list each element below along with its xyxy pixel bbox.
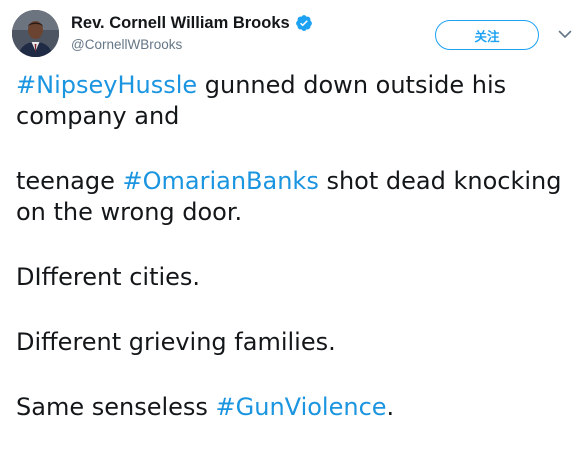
verified-badge-icon [295, 14, 313, 32]
hashtag-link-nipseyhussle[interactable]: #NipseyHussle [16, 71, 197, 99]
tweet-paragraph-5: Same senseless #GunViolence. [16, 392, 576, 423]
author-handle[interactable]: @CornellWBrooks [71, 37, 313, 52]
tweet-paragraph-4: Different grieving families. [16, 328, 336, 356]
follow-button[interactable]: 关注 [435, 20, 539, 50]
chevron-down-icon[interactable] [556, 25, 574, 43]
profile-photo [12, 10, 59, 57]
display-name[interactable]: Rev. Cornell William Brooks [71, 14, 290, 33]
hashtag-link-omarianbanks[interactable]: #OmarianBanks [123, 167, 319, 195]
tweet-header: Rev. Cornell William Brooks @CornellWBro… [12, 10, 577, 58]
tweet-text-segment: . [386, 393, 395, 421]
tweet-text: #NipseyHussle gunned down outside his co… [16, 70, 576, 457]
avatar[interactable] [12, 10, 59, 57]
tweet-paragraph-3: DIfferent cities. [16, 263, 201, 291]
tweet-paragraph-2: teenage #OmarianBanks shot dead knocking… [16, 166, 576, 228]
tweet-text-segment: Same senseless [16, 393, 216, 421]
tweet-paragraph-1: #NipseyHussle gunned down outside his co… [16, 70, 576, 132]
hashtag-link-gunviolence[interactable]: #GunViolence [216, 393, 387, 421]
display-name-row: Rev. Cornell William Brooks [71, 12, 313, 34]
tweet-text-segment: teenage [16, 167, 123, 195]
tweet-card: Rev. Cornell William Brooks @CornellWBro… [0, 0, 585, 435]
author-names: Rev. Cornell William Brooks @CornellWBro… [71, 12, 313, 52]
